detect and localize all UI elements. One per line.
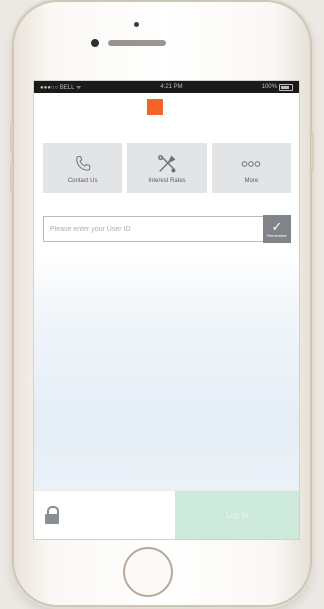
power-button: [311, 132, 314, 172]
status-bar: ●●●○○ BELL ᯤ 4:21 PM 100%: [34, 81, 299, 93]
tile-label: Interest Rates: [148, 177, 186, 184]
quick-actions: Contact Us Interest Rates More: [43, 143, 291, 193]
background-pattern: [34, 251, 299, 491]
volume-button: [10, 122, 13, 152]
phone-icon: [73, 153, 93, 175]
login-button[interactable]: Log In: [175, 491, 299, 539]
userid-input[interactable]: [43, 216, 263, 242]
battery-status: 100%: [261, 83, 293, 91]
tile-label: More: [244, 177, 259, 184]
contact-us-button[interactable]: Contact Us: [43, 143, 123, 193]
battery-icon: [278, 83, 293, 91]
lock-icon[interactable]: [44, 506, 60, 524]
carrier-signal: ●●●○○ BELL ᯤ: [40, 85, 82, 91]
remember-checkbox[interactable]: ✓ Remember: [263, 215, 291, 243]
earpiece-speaker: [108, 40, 166, 46]
checkmark-icon: ✓: [271, 219, 283, 234]
lock-area: [34, 491, 175, 539]
bottom-bar: Log In: [34, 490, 299, 539]
tile-label: Contact Us: [67, 177, 98, 184]
brand-logo: [147, 99, 163, 115]
status-time: 4:21 PM: [160, 84, 183, 90]
home-button[interactable]: [123, 547, 173, 597]
more-icon: [240, 153, 262, 175]
tools-icon: [156, 153, 178, 175]
battery-percent: 100%: [261, 84, 277, 90]
more-button[interactable]: More: [211, 143, 291, 193]
proximity-sensor: [134, 22, 139, 27]
interest-rates-button[interactable]: Interest Rates: [127, 143, 207, 193]
app-screen: ●●●○○ BELL ᯤ 4:21 PM 100% Contact Us Int…: [33, 80, 300, 540]
userid-row: ✓ Remember: [43, 215, 291, 243]
remember-label: Remember: [267, 233, 287, 238]
volume-button: [10, 162, 13, 192]
front-camera-icon: [91, 39, 99, 47]
